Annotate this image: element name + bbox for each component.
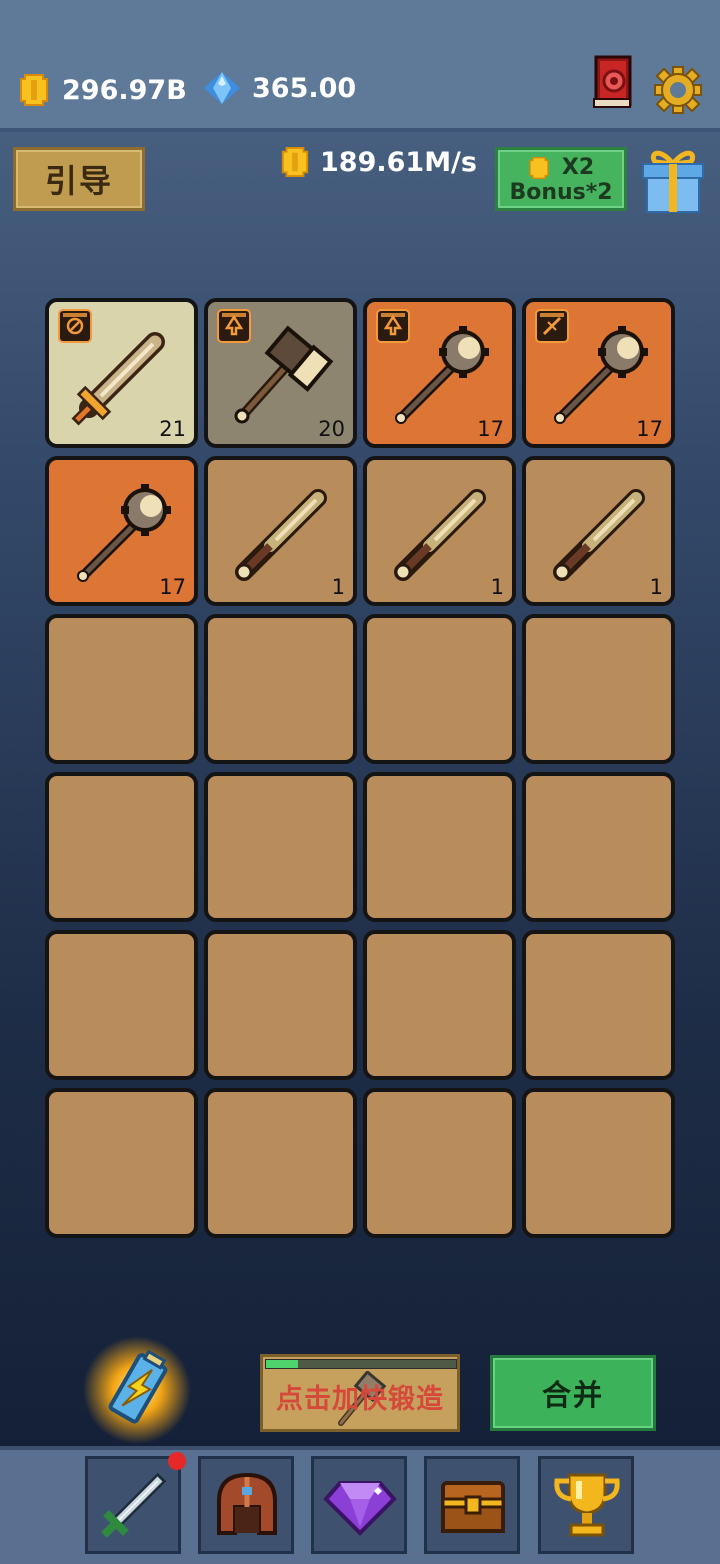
dagger-icon: [394, 489, 486, 581]
forge-label: 点击加快锻造: [276, 1384, 444, 1415]
inventory-slot-empty[interactable]: [363, 614, 516, 764]
notification-badge: [168, 1452, 186, 1470]
item-level: 17: [477, 417, 504, 441]
sword-icon: [71, 332, 165, 426]
gold-coin-icon: [20, 74, 48, 106]
diamond-icon: [204, 72, 240, 104]
item-level: 17: [159, 575, 186, 599]
inventory-slot-empty[interactable]: [363, 1088, 516, 1238]
tab-forge-weapons[interactable]: [85, 1456, 181, 1554]
gem-counter: 365.00: [204, 72, 356, 104]
inventory-slot-mace[interactable]: 17: [363, 298, 516, 448]
dagger-icon: [235, 489, 327, 581]
item-level: 1: [649, 575, 663, 599]
item-level: 21: [159, 417, 186, 441]
trophy-icon: [554, 1473, 620, 1537]
gift-box-icon[interactable]: [641, 146, 705, 214]
inventory-slot-sword[interactable]: 21: [45, 298, 198, 448]
item-level: 1: [490, 575, 504, 599]
income-rate-value: 189.61M/s: [320, 146, 477, 178]
tab-chest[interactable]: [424, 1456, 520, 1554]
inventory-slot-empty[interactable]: [522, 930, 675, 1080]
speed-up-forge-button[interactable]: 点击加快锻造: [260, 1354, 460, 1432]
inventory-slot-mace[interactable]: 17: [45, 456, 198, 606]
inventory-slot-dagger[interactable]: 1: [204, 456, 357, 606]
mace-icon: [77, 484, 171, 582]
bonus-multiplier: X2: [561, 155, 595, 180]
inventory-slot-mace[interactable]: 17: [522, 298, 675, 448]
settings-gear-icon[interactable]: [654, 66, 702, 114]
inventory-slot-empty[interactable]: [204, 614, 357, 764]
mace-icon: [395, 326, 489, 424]
mace-icon: [554, 326, 648, 424]
inventory-slot-dagger[interactable]: 1: [522, 456, 675, 606]
tab-armor[interactable]: [198, 1456, 294, 1554]
dagger-icon: [553, 489, 645, 581]
forge-progress-bar: [265, 1359, 457, 1369]
chest-icon: [441, 1481, 505, 1533]
bonus-label: Bonus*2: [509, 180, 613, 205]
codex-book-icon[interactable]: [592, 55, 634, 109]
income-rate: 189.61M/s: [280, 145, 477, 179]
helmet-icon: [217, 1472, 277, 1535]
inventory-slot-empty[interactable]: [45, 1088, 198, 1238]
inventory-slot-empty[interactable]: [204, 930, 357, 1080]
guide-button[interactable]: 引导: [13, 147, 145, 211]
inventory-slot-dagger[interactable]: 1: [363, 456, 516, 606]
gold-coin-icon: [529, 157, 549, 179]
inventory-slot-empty[interactable]: [363, 772, 516, 922]
tab-gems[interactable]: [311, 1456, 407, 1554]
gold-amount: 296.97B: [62, 74, 187, 106]
merge-button[interactable]: 合并: [490, 1355, 656, 1431]
item-level: 1: [331, 575, 345, 599]
gem-icon: [323, 1481, 397, 1536]
sword-icon: [101, 1472, 167, 1538]
inventory-slot-empty[interactable]: [204, 772, 357, 922]
inventory-slot-empty[interactable]: [522, 614, 675, 764]
gem-amount: 365.00: [252, 72, 357, 104]
inventory-slot-empty[interactable]: [522, 772, 675, 922]
gold-coin-icon: [281, 147, 309, 177]
tab-achievements[interactable]: [538, 1456, 634, 1554]
inventory-slot-empty[interactable]: [522, 1088, 675, 1238]
item-level: 20: [318, 417, 345, 441]
item-level: 17: [636, 417, 663, 441]
inventory-slot-empty[interactable]: [363, 930, 516, 1080]
inventory-slot-hammer[interactable]: 20: [204, 298, 357, 448]
inventory-slot-empty[interactable]: [45, 772, 198, 922]
inventory-slot-empty[interactable]: [45, 930, 198, 1080]
inventory-slot-empty[interactable]: [204, 1088, 357, 1238]
hammer-icon: [234, 325, 334, 424]
bonus-x2-button[interactable]: X2 Bonus*2: [495, 147, 627, 211]
inventory-slot-empty[interactable]: [45, 614, 198, 764]
gold-counter: 296.97B: [18, 72, 187, 108]
energy-boost-icon[interactable]: [82, 1335, 192, 1445]
